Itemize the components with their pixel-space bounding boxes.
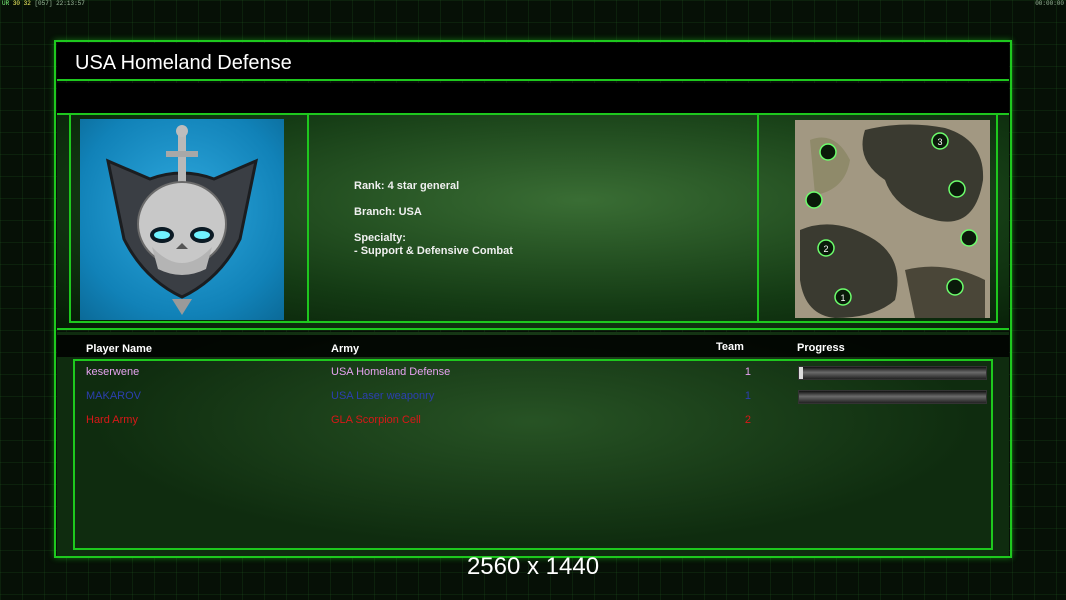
army-name: USA Homeland Defense: [331, 366, 451, 378]
team-number: 1: [744, 366, 751, 378]
timer: 00:00:00: [1035, 0, 1064, 7]
divider: [996, 115, 998, 323]
divider: [757, 115, 759, 323]
skull-sword-crest-icon: [105, 125, 259, 315]
subtitle-bar: [57, 83, 1009, 115]
fps-indicator-d: [057]: [34, 0, 53, 7]
fps-indicator-a: UR: [2, 0, 10, 7]
progress-fill: [799, 367, 803, 379]
loading-progress-bar: [798, 366, 987, 380]
player-name: Hard Army: [86, 414, 138, 426]
clock: 22:13:57: [56, 0, 85, 7]
specialty-label: Specialty:: [354, 232, 406, 244]
team-number: 2: [744, 414, 751, 426]
minimap: 3 2 1: [795, 120, 990, 318]
table-row: MAKAROV USA Laser weaponry 1: [0, 390, 1066, 408]
general-portrait: [80, 119, 284, 320]
army-name: USA Laser weaponry: [331, 390, 435, 402]
divider: [69, 115, 71, 323]
table-row: Hard Army GLA Scorpion Cell 2: [0, 414, 1066, 432]
branch-text: Branch: USA: [354, 206, 422, 218]
player-list-header: [57, 335, 1009, 357]
specialty-value: - Support & Defensive Combat: [354, 245, 513, 257]
start-position-2: 2: [823, 244, 828, 254]
player-name: keserwene: [86, 366, 140, 378]
column-header-player: Player Name: [86, 343, 153, 355]
rank-text: Rank: 4 star general: [354, 180, 460, 192]
debug-topbar: UR 30 32 [057] 22:13:57 00:00:00: [0, 0, 1066, 8]
minimap-icon: 3 2 1: [795, 120, 990, 318]
column-header-army: Army: [331, 343, 360, 355]
player-list: [73, 359, 993, 550]
title-bar: USA Homeland Defense: [57, 43, 1009, 81]
team-number: 1: [744, 390, 751, 402]
page-title: USA Homeland Defense: [75, 52, 292, 74]
divider: [70, 321, 998, 323]
army-name: GLA Scorpion Cell: [331, 414, 421, 426]
start-position-3: 3: [937, 137, 942, 147]
fps-indicator-c: 32: [23, 0, 31, 7]
general-info: Rank: 4 star general Branch: USA Special…: [354, 180, 513, 258]
fps-indicator-b: 30: [12, 0, 21, 7]
divider: [307, 115, 309, 323]
table-row: keserwene USA Homeland Defense 1: [0, 366, 1066, 384]
loading-progress-bar: [798, 390, 987, 404]
column-header-progress: Progress: [797, 342, 845, 354]
start-position-1: 1: [840, 293, 845, 303]
resolution-caption: 2560 x 1440: [466, 553, 600, 580]
player-name: MAKAROV: [86, 390, 142, 402]
column-header-team: Team: [716, 341, 744, 353]
